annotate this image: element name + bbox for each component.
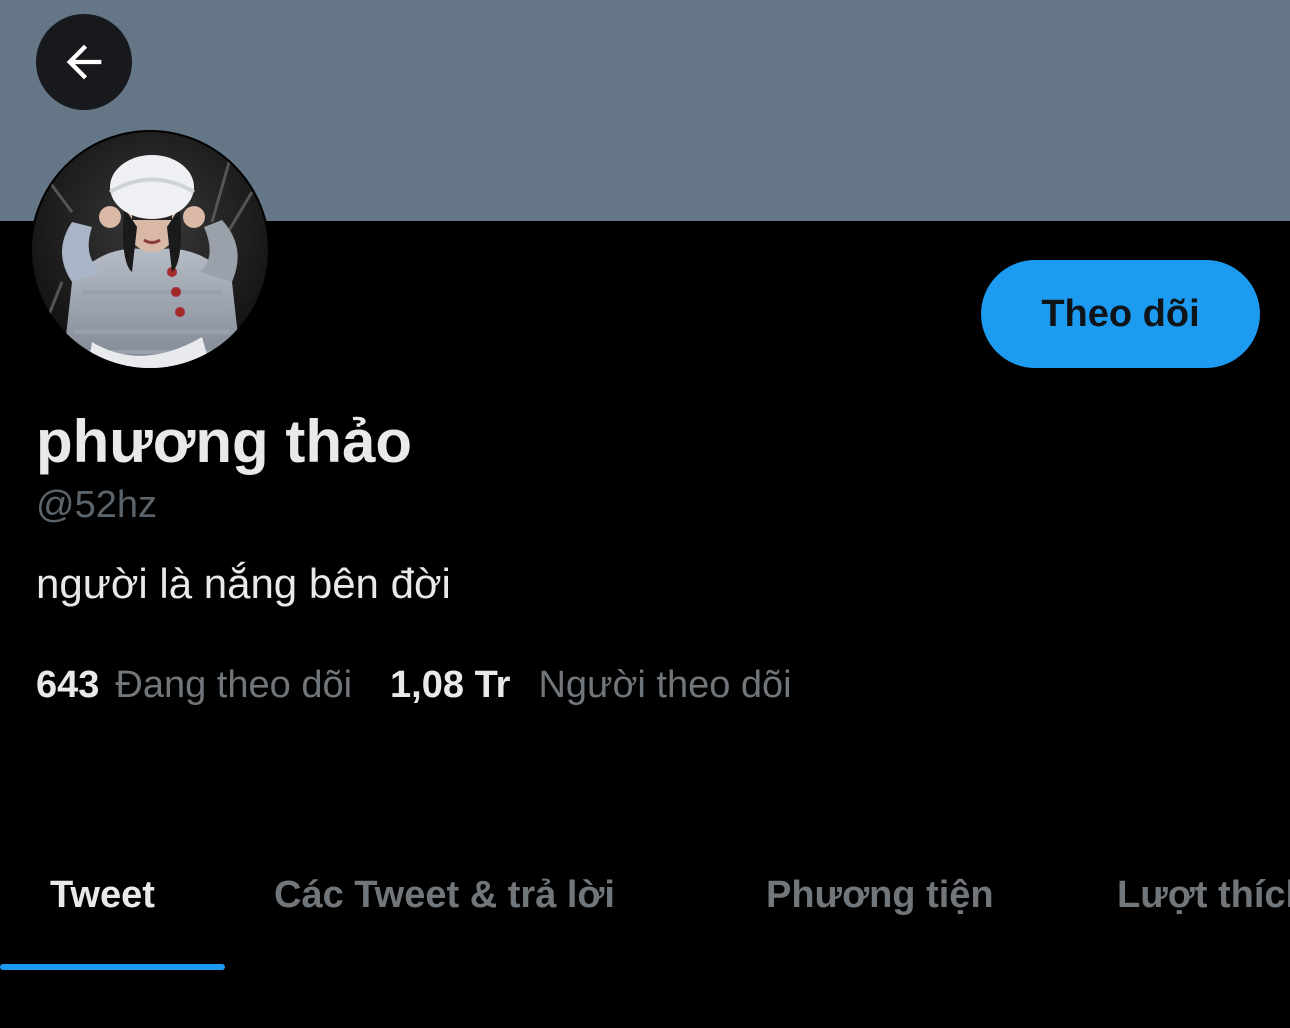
followers-label: Người theo dõi — [538, 664, 792, 706]
following-stat[interactable]: 643 Đang theo dõi — [36, 660, 352, 710]
profile-avatar-photo — [32, 132, 268, 368]
profile-tabs: Tweet Các Tweet & trả lời Phương tiện Lư… — [0, 845, 1290, 970]
follow-stats: 643 Đang theo dõi 1,08 Tr Người theo dõi — [36, 660, 792, 710]
active-tab-indicator — [0, 964, 225, 970]
tab-media[interactable]: Phương tiện — [766, 845, 994, 970]
back-button[interactable] — [36, 14, 132, 110]
avatar[interactable] — [30, 130, 270, 370]
profile-bio: người là nắng bên đời — [36, 560, 451, 607]
followers-count: 1,08 Tr — [390, 664, 511, 706]
following-count: 643 — [36, 664, 100, 706]
following-label: Đang theo dõi — [115, 664, 353, 706]
user-handle: @52hz — [36, 484, 157, 526]
tab-likes[interactable]: Lượt thích — [1117, 845, 1290, 970]
tab-tweets-and-replies[interactable]: Các Tweet & trả lời — [274, 845, 615, 970]
arrow-left-icon — [66, 44, 102, 80]
tab-tweets[interactable]: Tweet — [50, 845, 155, 970]
followers-stat[interactable]: 1,08 Tr Người theo dõi — [390, 660, 792, 710]
display-name: phương thảo — [36, 408, 413, 475]
profile-screen: Theo dõi phương thảo @52hz người là nắng… — [0, 0, 1290, 1028]
follow-button[interactable]: Theo dõi — [981, 260, 1260, 368]
